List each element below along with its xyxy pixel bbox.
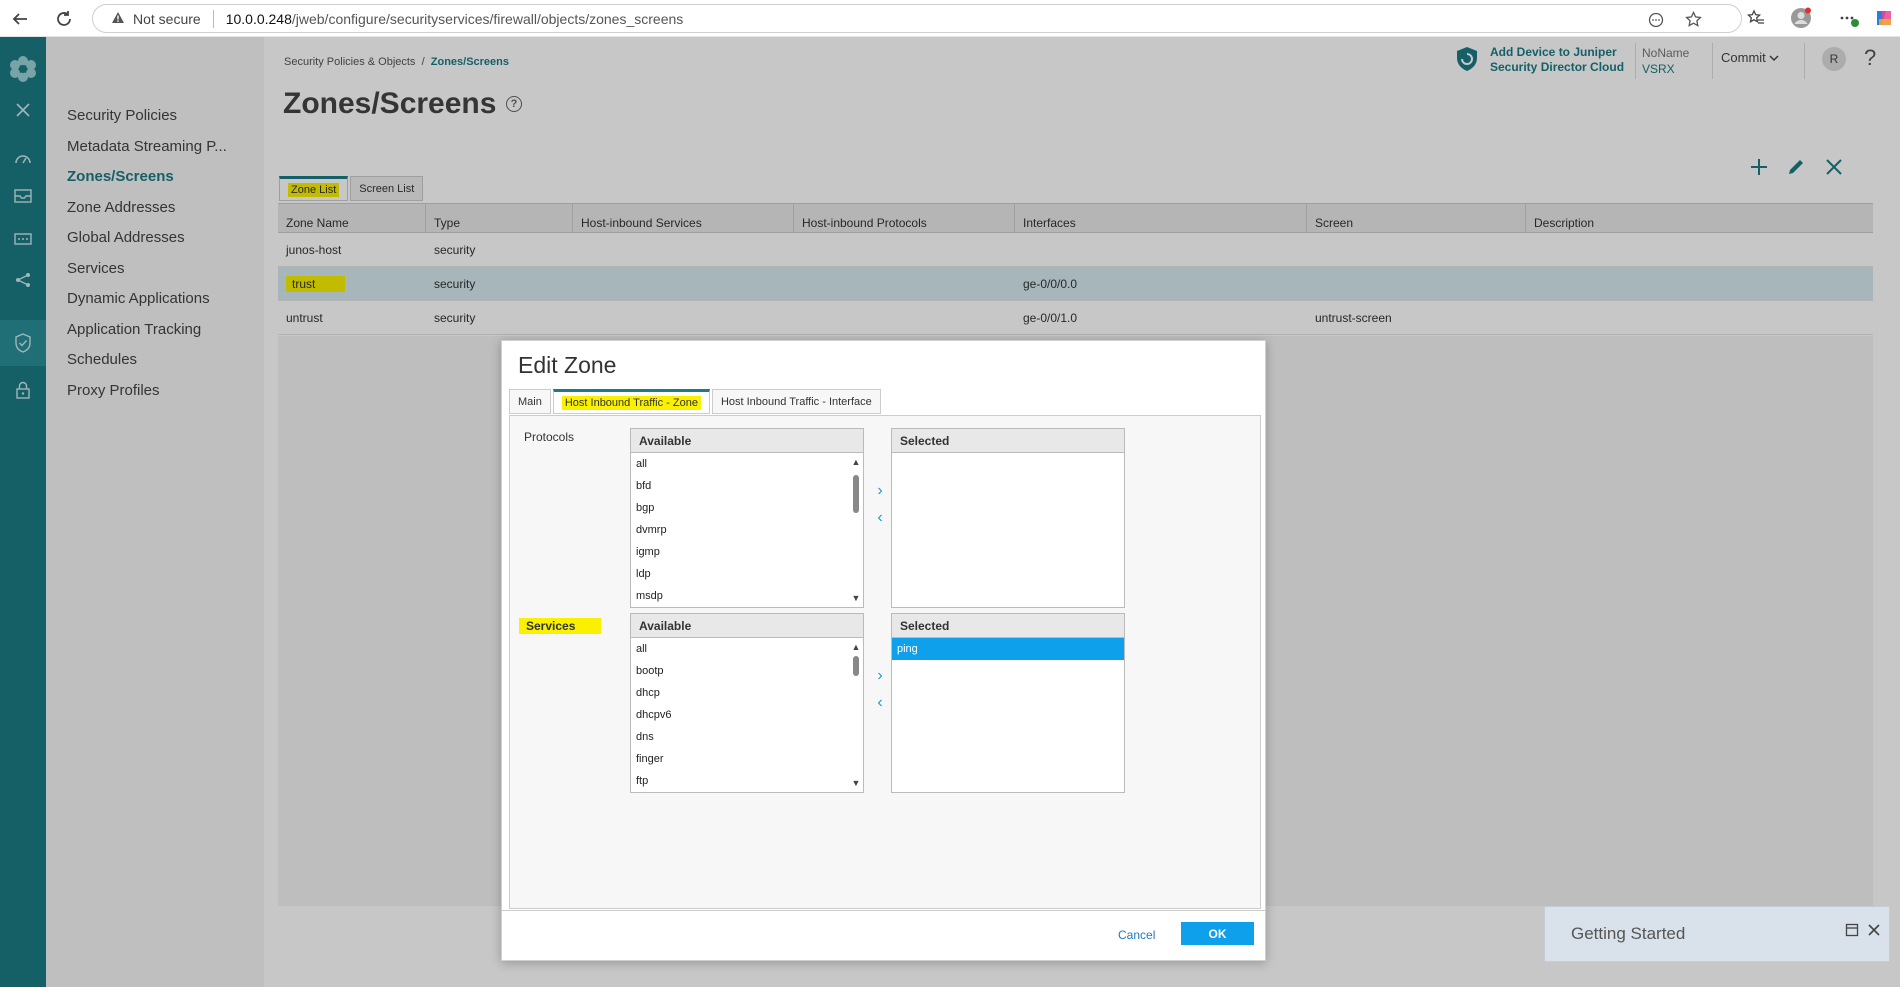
reload-icon[interactable]	[52, 7, 76, 31]
list-header: Available	[631, 614, 863, 638]
move-left-chevron-icon[interactable]: ‹	[873, 694, 887, 712]
list-item[interactable]: ftp	[631, 770, 863, 792]
close-icon[interactable]	[1867, 923, 1881, 942]
list-item[interactable]: ping	[892, 638, 1124, 660]
scroll-thumb[interactable]	[853, 475, 859, 513]
reader-mode-icon[interactable]	[1648, 5, 1664, 34]
list-header: Selected	[892, 614, 1124, 638]
list-header: Available	[631, 429, 863, 453]
scroll-thumb[interactable]	[853, 656, 859, 676]
favorites-icon[interactable]	[1744, 6, 1768, 30]
scroll-up-icon[interactable]: ▲	[851, 642, 861, 652]
list-item[interactable]: igmp	[631, 541, 863, 563]
dialog-title: Edit Zone	[518, 352, 617, 378]
list-item[interactable]: dhcp	[631, 682, 863, 704]
extensions-menu-icon[interactable]	[1836, 6, 1862, 30]
list-item[interactable]: bootp	[631, 660, 863, 682]
profile-avatar-icon[interactable]	[1788, 6, 1814, 30]
scrollbar[interactable]: ▲ ▼	[851, 455, 861, 605]
favorite-star-icon[interactable]	[1685, 5, 1702, 34]
services-selected-list[interactable]: Selected ping	[891, 613, 1125, 793]
move-left-chevron-icon[interactable]: ‹	[873, 509, 887, 527]
list-item[interactable]: bfd	[631, 475, 863, 497]
getting-started-title: Getting Started	[1571, 924, 1686, 943]
edit-zone-dialog: Edit Zone Main Host Inbound Traffic - Zo…	[501, 340, 1266, 961]
url-host: 10.0.0.248	[225, 10, 292, 27]
list-item[interactable]: finger	[631, 748, 863, 770]
ok-button[interactable]: OK	[1181, 922, 1254, 945]
services-label: Services	[519, 618, 602, 634]
scroll-up-icon[interactable]: ▲	[851, 457, 861, 467]
tab-host-inbound-zone[interactable]: Host Inbound Traffic - Zone	[552, 389, 710, 414]
minimize-icon[interactable]	[1845, 923, 1859, 942]
tab-host-inbound-zone-label: Host Inbound Traffic - Zone	[561, 395, 701, 410]
list-item[interactable]: ldp	[631, 563, 863, 585]
scrollbar[interactable]: ▲ ▼	[851, 640, 861, 790]
tab-host-inbound-interface[interactable]: Host Inbound Traffic - Interface	[711, 389, 881, 414]
dialog-tabs: Main Host Inbound Traffic - Zone Host In…	[509, 389, 883, 414]
address-bar[interactable]: Not secure 10.0.0.248 /jweb/configure/se…	[92, 4, 1742, 33]
move-right-chevron-icon[interactable]: ›	[873, 482, 887, 500]
address-divider	[212, 9, 214, 28]
not-secure-label: Not secure	[133, 10, 201, 27]
services-label-text: Services	[519, 618, 602, 634]
list-item[interactable]: bgp	[631, 497, 863, 519]
tab-main[interactable]: Main	[509, 389, 551, 414]
browser-toolbar: Not secure 10.0.0.248 /jweb/configure/se…	[0, 0, 1900, 37]
back-icon[interactable]	[8, 7, 32, 31]
list-item[interactable]: dvmrp	[631, 519, 863, 541]
dialog-body: Protocols Available all bfd bgp dvmrp ig…	[509, 415, 1261, 909]
services-available-list[interactable]: Available all bootp dhcp dhcpv6 dns fing…	[630, 613, 864, 793]
protocols-available-list[interactable]: Available all bfd bgp dvmrp igmp ldp msd…	[630, 428, 864, 608]
list-item[interactable]: msdp	[631, 585, 863, 607]
cancel-button[interactable]: Cancel	[1118, 928, 1155, 942]
url-path: /jweb/configure/securityservices/firewal…	[291, 10, 684, 27]
getting-started-panel[interactable]: Getting Started	[1544, 906, 1890, 962]
protocols-label: Protocols	[524, 430, 575, 444]
scroll-down-icon[interactable]: ▼	[851, 778, 861, 788]
list-item[interactable]: dhcpv6	[631, 704, 863, 726]
list-item[interactable]: dns	[631, 726, 863, 748]
list-item[interactable]: all	[631, 453, 863, 475]
list-header: Selected	[892, 429, 1124, 453]
move-right-chevron-icon[interactable]: ›	[873, 667, 887, 685]
list-item[interactable]: all	[631, 638, 863, 660]
copilot-icon[interactable]	[1872, 6, 1896, 30]
dialog-footer-divider	[502, 910, 1265, 911]
protocols-selected-list[interactable]: Selected	[891, 428, 1125, 608]
scroll-down-icon[interactable]: ▼	[851, 593, 861, 603]
warning-icon	[111, 11, 125, 27]
